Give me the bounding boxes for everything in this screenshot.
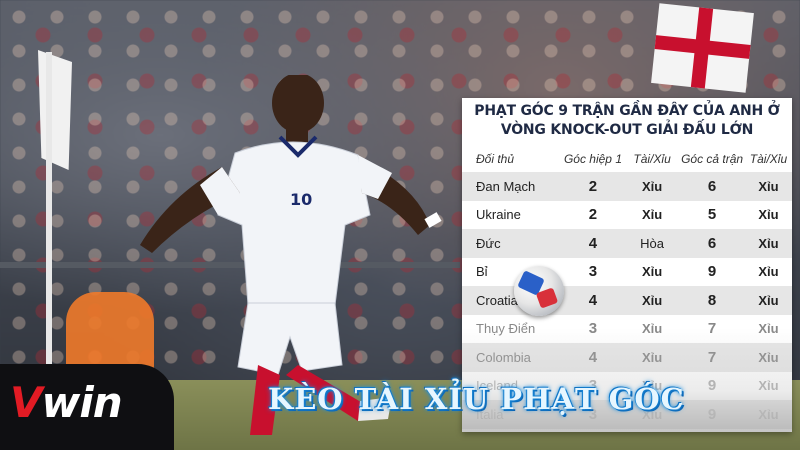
row-ft: 8 bbox=[679, 286, 745, 315]
headline-text: KÈO TÀI XỈU PHẠT GÓC bbox=[268, 382, 685, 416]
table-row: Ukraine 2 Xỉu 5 Xỉu bbox=[462, 200, 792, 229]
football-icon bbox=[514, 266, 564, 316]
row-ou1: Hòa bbox=[624, 229, 680, 258]
row-ou2: Xỉu bbox=[744, 343, 792, 372]
row-team: Đan Mạch bbox=[462, 172, 562, 201]
row-ou1: Xỉu bbox=[624, 200, 680, 229]
table-header-row: Đối thủ Góc hiệp 1 Tài/Xỉu Góc cả trận T… bbox=[462, 146, 792, 172]
row-h1: 2 bbox=[561, 200, 625, 229]
row-h1: 4 bbox=[561, 286, 625, 315]
england-flag-icon bbox=[651, 3, 754, 93]
row-team: Colombia bbox=[462, 343, 562, 372]
row-ft: 9 bbox=[679, 257, 745, 286]
row-ou1: Xỉu bbox=[624, 172, 680, 201]
row-team: Đức bbox=[462, 229, 562, 258]
row-ou2: Xỉu bbox=[744, 371, 792, 400]
row-h1: 4 bbox=[561, 229, 625, 258]
row-ft: 6 bbox=[679, 172, 745, 201]
row-ft: 7 bbox=[679, 314, 745, 343]
row-team: Ukraine bbox=[462, 200, 562, 229]
panel-title-line2: VÒNG KNOCK-OUT GIẢI ĐẤU LỚN bbox=[500, 122, 754, 138]
row-ou2: Xỉu bbox=[744, 257, 792, 286]
row-ou1: Xỉu bbox=[624, 343, 680, 372]
header-opponent: Đối thủ bbox=[476, 152, 515, 166]
row-ou1: Xỉu bbox=[624, 314, 680, 343]
logo-rest: win bbox=[41, 378, 123, 427]
row-ou1: Xỉu bbox=[624, 257, 680, 286]
corner-flag-pole bbox=[46, 52, 52, 372]
header-over-under-2: Tài/Xỉu bbox=[749, 152, 788, 166]
row-ou2: Xỉu bbox=[744, 314, 792, 343]
panel-title-line1: PHẠT GÓC 9 TRẬN GẦN ĐÂY CỦA ANH Ở bbox=[474, 103, 780, 119]
vwin-logo[interactable]: Vwin bbox=[10, 378, 123, 427]
corner-flag-icon bbox=[38, 50, 72, 170]
row-ft: 5 bbox=[679, 200, 745, 229]
table-row: Đan Mạch 2 Xỉu 6 Xỉu bbox=[462, 172, 792, 201]
row-ft: 7 bbox=[679, 343, 745, 372]
header-first-half-corners: Góc hiệp 1 bbox=[563, 152, 622, 166]
table-row: Thụy Điển 3 Xỉu 7 Xỉu bbox=[462, 314, 792, 343]
row-ou2: Xỉu bbox=[744, 229, 792, 258]
header-full-match-corners: Góc cả trận bbox=[681, 152, 744, 166]
shirt-number: 10 bbox=[290, 190, 312, 209]
row-h1: 2 bbox=[561, 172, 625, 201]
table-row: Colombia 4 Xỉu 7 Xỉu bbox=[462, 343, 792, 372]
logo-letter-v: V bbox=[10, 378, 43, 427]
row-h1: 3 bbox=[561, 257, 625, 286]
row-ft: 9 bbox=[679, 400, 745, 429]
row-team: Thụy Điển bbox=[462, 314, 562, 343]
row-ou2: Xỉu bbox=[744, 172, 792, 201]
panel-title: PHẠT GÓC 9 TRẬN GẦN ĐÂY CỦA ANH Ở VÒNG K… bbox=[462, 102, 792, 140]
table-row: Croatia 4 Xỉu 8 Xỉu bbox=[462, 286, 792, 315]
row-ft: 6 bbox=[679, 229, 745, 258]
table-row: Bỉ 3 Xỉu 9 Xỉu bbox=[462, 257, 792, 286]
row-ft: 9 bbox=[679, 371, 745, 400]
row-ou2: Xỉu bbox=[744, 286, 792, 315]
row-h1: 3 bbox=[561, 314, 625, 343]
row-h1: 4 bbox=[561, 343, 625, 372]
header-over-under-1: Tài/Xỉu bbox=[633, 152, 671, 166]
row-ou2: Xỉu bbox=[744, 400, 792, 429]
table-row: Đức 4 Hòa 6 Xỉu bbox=[462, 229, 792, 258]
row-ou2: Xỉu bbox=[744, 200, 792, 229]
row-ou1: Xỉu bbox=[624, 286, 680, 315]
